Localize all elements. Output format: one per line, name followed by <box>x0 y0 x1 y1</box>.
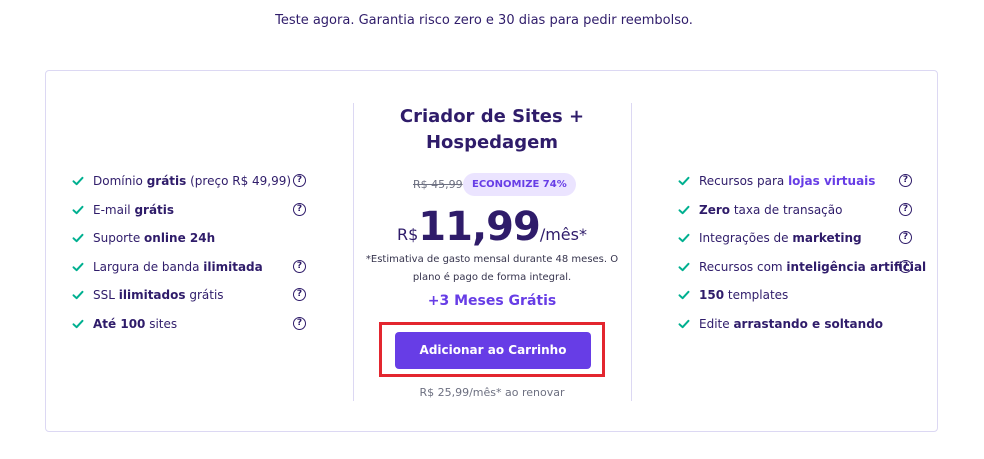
check-icon <box>678 205 690 215</box>
price-estimate-note: *Estimativa de gasto mensal durante 48 m… <box>359 251 625 287</box>
feature-text-part: 150 <box>699 288 725 302</box>
feature-text: Suporte online 24h <box>93 231 215 245</box>
feature-text-part: Zero <box>699 203 731 217</box>
feature-text-part: Domínio <box>93 174 147 188</box>
check-icon <box>72 205 84 215</box>
feature-text-part: sites <box>145 317 178 331</box>
pricing-card: Domínio grátis (preço R$ 49,99)? E-mail g… <box>45 70 938 432</box>
right-feature-item: Zero taxa de transação <box>678 201 842 219</box>
check-icon <box>678 290 690 300</box>
estimate-line2: plano é pago de forma integral. <box>412 272 572 283</box>
plan-title-line1: Criador de Sites + <box>399 106 585 127</box>
feature-text-part: Até 100 <box>93 317 146 331</box>
check-icon <box>72 319 84 329</box>
help-circle-icon[interactable]: ? <box>293 317 306 330</box>
left-feature-item: Até 100 sites <box>72 315 177 333</box>
feature-text-part: Recursos para <box>699 174 789 188</box>
right-feature-item: Recursos com inteligência artificial <box>678 258 926 276</box>
feature-text: Zero taxa de transação <box>699 203 842 217</box>
help-circle-icon[interactable]: ? <box>899 174 912 187</box>
bonus-months: +3 Meses Grátis <box>427 293 557 309</box>
feature-text-part: ilimitada <box>203 260 263 274</box>
help-circle-icon[interactable]: ? <box>899 260 912 273</box>
right-feature-item: Recursos para lojas virtuais <box>678 172 875 190</box>
help-circle-icon[interactable]: ? <box>899 203 912 216</box>
check-icon <box>72 290 84 300</box>
feature-text: Domínio grátis (preço R$ 49,99) <box>93 174 291 188</box>
price-amount: 11,99 <box>418 204 541 250</box>
left-feature-item: SSL ilimitados grátis <box>72 286 224 304</box>
feature-text-part: SSL <box>93 288 119 302</box>
feature-text-part: templates <box>724 288 789 302</box>
feature-link[interactable]: lojas virtuais <box>788 174 875 188</box>
feature-text-part: Suporte <box>93 231 145 245</box>
right-feature-item: Integrações de marketing <box>678 229 862 247</box>
left-feature-item: Largura de banda ilimitada <box>72 258 263 276</box>
help-circle-icon[interactable]: ? <box>293 260 306 273</box>
help-circle-icon[interactable]: ? <box>293 203 306 216</box>
renewal-price: R$ 25,99/mês* ao renovar <box>419 386 565 399</box>
estimate-line1: *Estimativa de gasto mensal durante 48 m… <box>365 254 619 265</box>
feature-text-part: arrastando e soltando <box>733 317 884 331</box>
price-currency: R$ <box>397 225 419 244</box>
feature-text-part: E-mail <box>93 203 135 217</box>
feature-text-part: online 24h <box>144 231 216 245</box>
feature-text: Integrações de marketing <box>699 231 862 245</box>
right-feature-item: Edite arrastando e soltando <box>678 315 883 333</box>
right-feature-item: 150 templates <box>678 286 788 304</box>
check-icon <box>678 319 690 329</box>
feature-text-part: marketing <box>792 231 862 245</box>
feature-text: Edite arrastando e soltando <box>699 317 883 331</box>
feature-text-part: Recursos com <box>699 260 787 274</box>
column-divider-right <box>631 103 632 401</box>
feature-text: 150 templates <box>699 288 788 302</box>
feature-text-part: grátis <box>185 288 224 302</box>
feature-text-part: ilimitados <box>118 288 186 302</box>
feature-text: Recursos com inteligência artificial <box>699 260 926 274</box>
right-feature-list: Recursos para lojas virtuais? Zero taxa d… <box>678 71 926 433</box>
left-feature-list: Domínio grátis (preço R$ 49,99)? E-mail g… <box>72 71 312 433</box>
check-icon <box>678 262 690 272</box>
check-icon <box>72 233 84 243</box>
plan-title: Criador de Sites + Hospedagem <box>353 104 631 156</box>
feature-text-part: taxa de transação <box>730 203 843 217</box>
check-icon <box>72 262 84 272</box>
feature-text-part: grátis <box>146 174 187 188</box>
left-feature-item: E-mail grátis <box>72 201 174 219</box>
feature-text-part: Integrações de <box>699 231 793 245</box>
help-circle-icon[interactable]: ? <box>293 288 306 301</box>
feature-text-part: grátis <box>134 203 175 217</box>
plan-title-line2: Hospedagem <box>425 132 559 153</box>
left-feature-item: Domínio grátis (preço R$ 49,99) <box>72 172 291 190</box>
help-circle-icon[interactable]: ? <box>899 231 912 244</box>
guarantee-tagline: Teste agora. Garantia risco zero e 30 di… <box>275 13 693 28</box>
feature-text: SSL ilimitados grátis <box>93 288 224 302</box>
feature-text: Largura de banda ilimitada <box>93 260 263 274</box>
current-price: R$11,99/mês* <box>353 204 631 250</box>
left-feature-item: Suporte online 24h <box>72 229 215 247</box>
feature-text: Até 100 sites <box>93 317 177 331</box>
feature-text-part: Largura de banda <box>93 260 204 274</box>
feature-text-part: Edite <box>699 317 734 331</box>
check-icon <box>678 176 690 186</box>
add-to-cart-button[interactable]: Adicionar ao Carrinho <box>395 332 591 369</box>
help-circle-icon[interactable]: ? <box>293 174 306 187</box>
feature-text: E-mail grátis <box>93 203 174 217</box>
check-icon <box>72 176 84 186</box>
discount-badge: ECONOMIZE 74% <box>463 173 576 196</box>
original-price: R$ 45,99 <box>413 178 463 191</box>
feature-text: Recursos para lojas virtuais <box>699 174 875 188</box>
price-period: /mês* <box>539 225 587 244</box>
check-icon <box>678 233 690 243</box>
feature-text-part: (preço R$ 49,99) <box>186 174 292 188</box>
